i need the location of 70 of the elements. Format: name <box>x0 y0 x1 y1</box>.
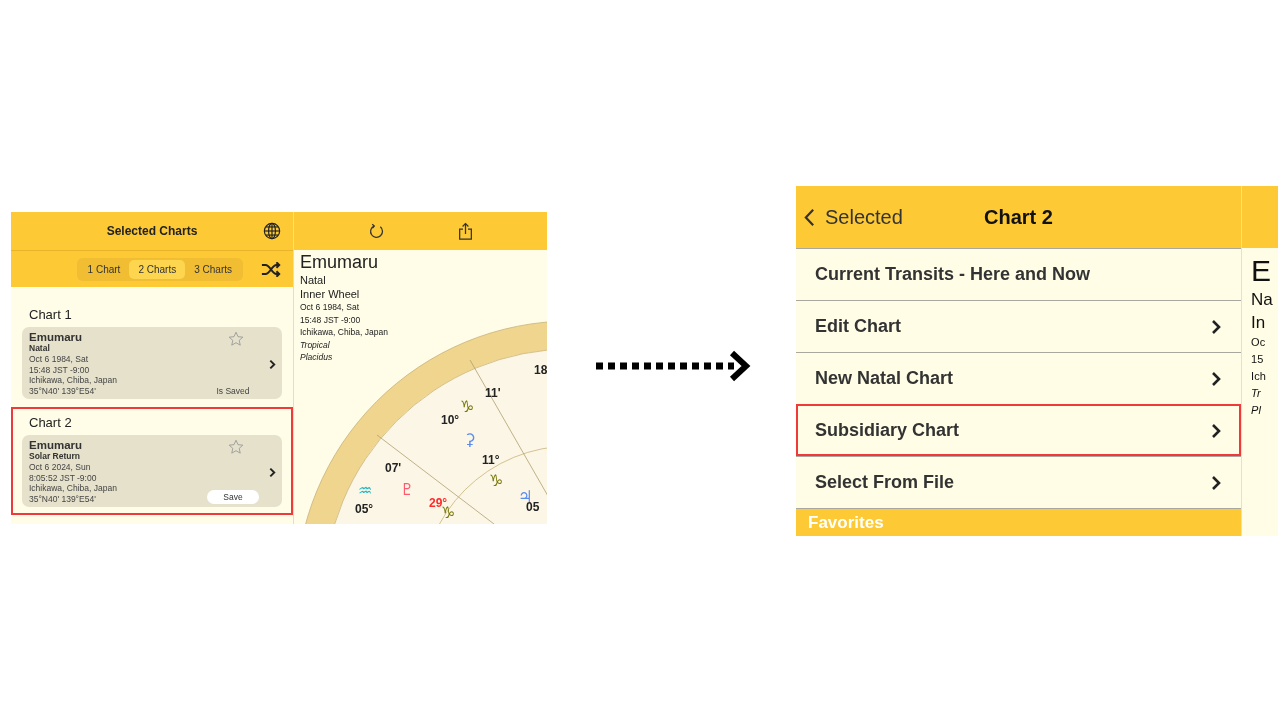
screen-title: Chart 2 <box>984 205 1053 229</box>
wheel-label: ♇ <box>400 481 415 498</box>
chart-detail: Na <box>1251 289 1274 311</box>
chart-detail: 15:48 JST -9:00 <box>29 364 91 375</box>
segment-tab[interactable]: 2 Charts <box>129 259 186 279</box>
section-heading: Chart 2 <box>28 415 73 432</box>
chart-detail: Ichikawa, Chiba, Japan <box>29 375 118 386</box>
chart-setting: Placidus <box>300 351 334 364</box>
wheel-label: 18 <box>534 364 547 377</box>
chart-detail: 15 <box>1251 352 1265 367</box>
chart-setting: Tropical <box>300 338 331 351</box>
chevron-icon <box>269 467 276 478</box>
wheel-label: 11' <box>485 387 501 400</box>
chevron-icon <box>1211 370 1222 387</box>
wheel-label: ♑ <box>489 472 504 489</box>
wheel-label: 10° <box>441 414 460 427</box>
segment-tab[interactable]: 3 Charts <box>185 259 241 279</box>
chevron-icon <box>1211 422 1222 439</box>
wheel-label: 05° <box>355 503 374 516</box>
shuffle-icon[interactable] <box>261 261 281 277</box>
chart-type: Natal <box>29 343 51 353</box>
wheel-label: 07' <box>385 462 402 475</box>
share-icon[interactable] <box>458 221 473 241</box>
wheel-label: ♑ <box>460 398 475 415</box>
wheel-label: 05 <box>526 501 540 514</box>
star-icon[interactable] <box>228 439 244 455</box>
chart-detail: Ichikawa, Chiba, Japan <box>29 483 118 494</box>
chart-detail: In <box>1251 312 1267 334</box>
chart-detail: Oct 6 1984, Sat <box>29 354 90 365</box>
globe-icon[interactable] <box>263 222 281 240</box>
chart-type: Solar Return <box>29 451 81 461</box>
chart-detail: Pl <box>1251 403 1262 418</box>
chart-detail: Oct 6 1984, Sat <box>300 301 361 314</box>
sidebar-title: Selected Charts <box>106 224 198 238</box>
section-header: Favorites <box>796 508 1242 536</box>
wheel-label: ⚳ <box>464 431 476 448</box>
chevron-icon <box>269 359 276 370</box>
chart-card[interactable]: Emumaru Solar Return Oct 6 2024, Sun 8:05:52 JST -9:00 Ichikawa, Chiba, Japan 35°N40' 139°E54' Save <box>22 435 282 507</box>
chart-card[interactable]: Emumaru Natal Oct 6 1984, Sat 15:48 JST -9:00 Ichikawa, Chiba, Japan 35°N40' 139°E54' Is Saved <box>22 327 282 399</box>
saved-status: Is Saved <box>216 386 250 396</box>
chart-detail: 35°N40' 139°E54' <box>29 493 97 504</box>
wheel-label: ♒ <box>358 482 373 499</box>
menu-item[interactable]: New Natal Chart <box>796 352 1242 404</box>
wheel-label: 11° <box>482 454 500 467</box>
section-heading: Chart 1 <box>28 307 73 324</box>
chart-detail: Ich <box>1251 369 1267 384</box>
chart-detail: Oct 6 2024, Sun <box>29 462 92 473</box>
chevron-icon <box>1211 318 1222 335</box>
chart-detail: 8:05:52 JST -9:00 <box>29 472 98 483</box>
save-button[interactable]: Save <box>207 490 259 504</box>
chart-subtitle: Inner Wheel <box>300 287 361 301</box>
menu-item[interactable]: Current Transits - Here and Now <box>796 248 1242 300</box>
chart-detail: 15:48 JST -9:00 <box>300 313 362 326</box>
chart-subtitle: Natal <box>300 273 327 287</box>
chart-detail: E <box>1251 254 1273 288</box>
back-button[interactable]: Selected <box>796 205 903 229</box>
menu-item[interactable]: Subsidiary Chart <box>796 404 1242 456</box>
star-icon[interactable] <box>228 331 244 347</box>
chevron-icon <box>1211 474 1222 491</box>
menu-item[interactable]: Edit Chart <box>796 300 1242 352</box>
chart-detail: Ichikawa, Chiba, Japan <box>300 326 389 339</box>
back-chevron-icon <box>804 207 815 227</box>
segment-tab[interactable]: 1 Chart <box>78 259 130 279</box>
refresh-icon[interactable] <box>368 222 385 240</box>
chart-name: Emumaru <box>29 331 84 343</box>
chart-detail: Tr <box>1251 386 1262 401</box>
chart-detail: Oc <box>1251 335 1267 350</box>
chart-name: Emumaru <box>300 252 380 273</box>
chart-name: Emumaru <box>29 439 84 451</box>
chart-detail: 35°N40' 139°E54' <box>29 385 97 396</box>
